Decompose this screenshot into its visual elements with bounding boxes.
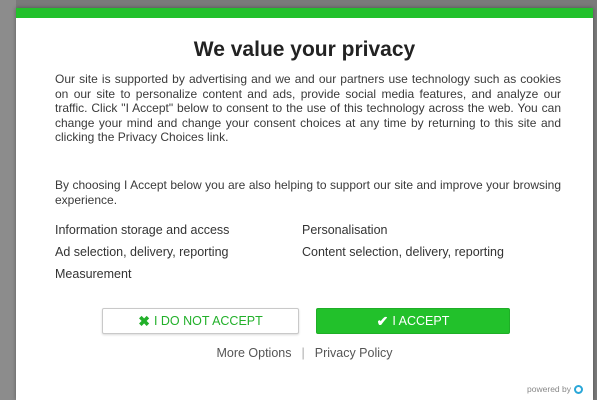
background-page-edge <box>0 0 16 400</box>
dialog-accent-bar <box>16 8 593 18</box>
powered-by-label: powered by <box>527 384 571 394</box>
purpose-storage: Information storage and access <box>55 223 230 237</box>
consent-description: Our site is supported by advertising and… <box>55 72 561 144</box>
decline-button[interactable]: ✖ I DO NOT ACCEPT <box>102 308 299 334</box>
more-options-link[interactable]: More Options <box>216 346 291 360</box>
purpose-ad-selection: Ad selection, delivery, reporting <box>55 245 229 259</box>
decline-button-label: I DO NOT ACCEPT <box>153 314 263 328</box>
quantcast-logo-icon <box>574 384 583 394</box>
accept-button-label: I ACCEPT <box>392 314 450 328</box>
dialog-links: More Options | Privacy Policy <box>16 346 593 360</box>
consent-support-text: By choosing I Accept below you are also … <box>55 178 561 207</box>
privacy-policy-link[interactable]: Privacy Policy <box>315 346 393 360</box>
privacy-consent-dialog: We value your privacy Our site is suppor… <box>16 8 593 400</box>
checkmark-icon: ✔ <box>376 312 389 329</box>
purpose-measurement: Measurement <box>55 267 132 281</box>
dialog-title: We value your privacy <box>193 38 416 61</box>
x-icon: ✖ <box>138 312 150 329</box>
powered-by-badge[interactable]: powered by <box>527 384 583 394</box>
purpose-content-selection: Content selection, delivery, reporting <box>302 245 504 259</box>
purpose-personalisation: Personalisation <box>302 223 388 237</box>
accept-button[interactable]: ✔ I ACCEPT <box>316 308 510 334</box>
link-separator: | <box>301 346 305 360</box>
